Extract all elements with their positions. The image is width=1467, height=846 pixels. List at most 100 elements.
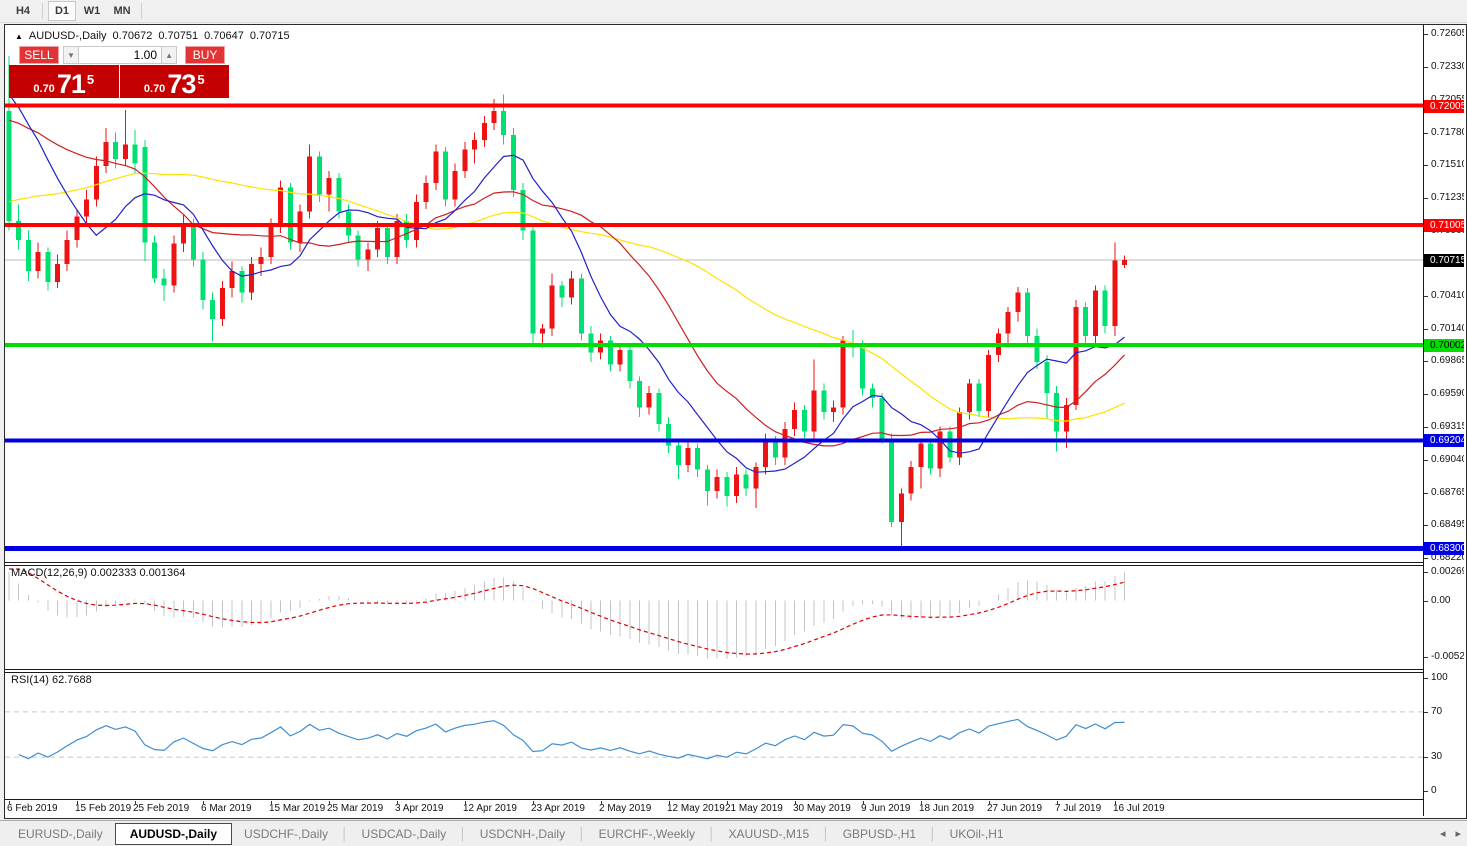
tabbar-nav-right[interactable]: ▸ xyxy=(1455,827,1461,840)
date-label: 12 Apr 2019 xyxy=(463,803,517,814)
sell-price-display[interactable]: 0.70 71 5 xyxy=(9,65,119,98)
date-label: 16 Jul 2019 xyxy=(1113,803,1165,814)
date-label: 25 Feb 2019 xyxy=(133,803,189,814)
axis-tick-mark xyxy=(1424,133,1428,134)
date-label: 27 Jun 2019 xyxy=(987,803,1042,814)
collapse-triangle-icon[interactable]: ▲ xyxy=(15,32,23,41)
date-label: 23 Apr 2019 xyxy=(531,803,585,814)
tabbar-nav-left[interactable]: ◂ xyxy=(1440,827,1446,840)
tab-eurusd-daily[interactable]: EURUSD-,Daily xyxy=(6,824,115,844)
price-line-badge: 0.70002 xyxy=(1424,339,1464,352)
date-label: 15 Mar 2019 xyxy=(269,803,325,814)
axis-tick-label: 0.69590 xyxy=(1431,388,1464,400)
tab-separator: │ xyxy=(458,827,468,841)
axis-tick-label: 0.72605 xyxy=(1431,28,1464,40)
tab-usdchf-daily[interactable]: USDCHF-,Daily xyxy=(232,824,340,844)
axis-tick-mark xyxy=(1424,34,1428,35)
axis-tick-mark xyxy=(1424,572,1428,573)
sell-price-pips: 71 xyxy=(57,72,85,96)
rsi-panel[interactable] xyxy=(5,673,1423,799)
rsi-label: RSI(14) 62.7688 xyxy=(11,674,92,686)
price-line-badge: 0.68300 xyxy=(1424,542,1464,555)
axis-tick-label: 30 xyxy=(1431,751,1442,763)
caption-high: 0.70751 xyxy=(158,30,198,42)
timeframe-button-h4[interactable]: H4 xyxy=(9,1,37,21)
axis-tick-label: 0.71780 xyxy=(1431,127,1464,139)
axis-tick-mark xyxy=(1424,757,1428,758)
tab-gbpusd-h1[interactable]: GBPUSD-,H1 xyxy=(831,824,928,844)
chart-window: 0.726050.723300.720550.717800.715100.712… xyxy=(4,24,1467,819)
axis-tick-mark xyxy=(1424,460,1428,461)
axis-tick-label: 0.00 xyxy=(1431,595,1450,607)
panel-border xyxy=(5,799,1464,800)
date-label: 15 Feb 2019 xyxy=(75,803,131,814)
buy-price-base: 0.70 xyxy=(144,82,165,96)
tabbar-nav: ◂▸ xyxy=(1440,827,1461,840)
caption-open: 0.70672 xyxy=(113,30,153,42)
chart-tab-bar: EURUSD-,DailyAUDUSD-,DailyUSDCHF-,Daily │… xyxy=(0,820,1467,846)
main-chart-area[interactable] xyxy=(5,25,1423,562)
sell-button[interactable]: SELL xyxy=(19,46,59,64)
tab-audusd-daily[interactable]: AUDUSD-,Daily xyxy=(115,823,232,845)
axis-tick-mark xyxy=(1424,712,1428,713)
price-axis[interactable]: 0.726050.723300.720550.717800.715100.712… xyxy=(1423,25,1464,816)
axis-tick-label: 0.69865 xyxy=(1431,355,1464,367)
axis-tick-mark xyxy=(1424,198,1428,199)
axis-tick-mark xyxy=(1424,558,1428,559)
price-line-badge: 0.69204 xyxy=(1424,434,1464,447)
buy-button[interactable]: BUY xyxy=(185,46,225,64)
volume-decrease-button[interactable]: ▼ xyxy=(63,46,79,64)
date-label: 30 May 2019 xyxy=(793,803,851,814)
toolbar-separator xyxy=(42,3,43,19)
triangle-down-icon: ▼ xyxy=(67,51,75,60)
axis-tick-mark xyxy=(1424,296,1428,297)
buy-price-point: 5 xyxy=(197,65,204,95)
axis-tick-label: 70 xyxy=(1431,706,1442,718)
date-label: 18 Jun 2019 xyxy=(919,803,974,814)
sell-price-point: 5 xyxy=(87,65,94,95)
triangle-up-icon: ▲ xyxy=(165,51,173,60)
axis-tick-label: 100 xyxy=(1431,672,1448,684)
tab-ukoil-h1[interactable]: UKOil-,H1 xyxy=(938,824,1016,844)
caption-symbol: AUDUSD-,Daily xyxy=(29,30,107,42)
timeframe-button-h4-pad xyxy=(1,1,7,21)
price-line-badge: 0.71005 xyxy=(1424,219,1464,232)
sell-price-base: 0.70 xyxy=(33,82,54,96)
timeframe-button-w1[interactable]: W1 xyxy=(78,1,106,21)
timeframe-button-mn[interactable]: MN xyxy=(108,1,136,21)
volume-increase-button[interactable]: ▲ xyxy=(161,46,177,64)
axis-tick-label: 0.69040 xyxy=(1431,454,1464,466)
buy-price-display[interactable]: 0.70 73 5 xyxy=(120,65,230,98)
caption-low: 0.70647 xyxy=(204,30,244,42)
axis-tick-mark xyxy=(1424,601,1428,602)
date-label: 2 May 2019 xyxy=(599,803,651,814)
tab-xauusd-m15[interactable]: XAUUSD-,M15 xyxy=(717,824,822,844)
axis-tick-label: 0.70140 xyxy=(1431,323,1464,335)
axis-tick-mark xyxy=(1424,525,1428,526)
date-label: 3 Apr 2019 xyxy=(395,803,443,814)
axis-tick-mark xyxy=(1424,361,1428,362)
axis-tick-label: 0.71235 xyxy=(1431,192,1464,204)
macd-panel[interactable] xyxy=(5,566,1423,669)
axis-tick-mark xyxy=(1424,67,1428,68)
axis-tick-label: 0.72330 xyxy=(1431,61,1464,73)
date-label: 9 Jun 2019 xyxy=(861,803,911,814)
tab-usdcnh-daily[interactable]: USDCNH-,Daily xyxy=(468,824,577,844)
axis-tick-mark xyxy=(1424,657,1428,658)
tab-separator: │ xyxy=(821,827,831,841)
axis-tick-mark xyxy=(1424,165,1428,166)
axis-tick-label: 0.70410 xyxy=(1431,290,1464,302)
timeframe-button-d1[interactable]: D1 xyxy=(48,1,76,21)
axis-tick-mark xyxy=(1424,493,1428,494)
date-label: 7 Jul 2019 xyxy=(1055,803,1101,814)
timeframe-toolbar: H4 D1W1MN xyxy=(0,0,1467,23)
volume-input[interactable] xyxy=(79,46,161,64)
toolbar-separator xyxy=(141,3,142,19)
tab-usdcad-daily[interactable]: USDCAD-,Daily xyxy=(350,824,459,844)
buy-price-pips: 73 xyxy=(167,72,195,96)
date-axis[interactable]: 6 Feb 201915 Feb 201925 Feb 20196 Mar 20… xyxy=(5,801,1423,816)
one-click-trading-panel: SELL ▼ ▲ BUY 0.70 71 5 0.70 73 5 xyxy=(9,46,229,98)
tab-eurchf-weekly[interactable]: EURCHF-,Weekly xyxy=(587,824,707,844)
tab-separator: │ xyxy=(928,827,938,841)
axis-tick-mark xyxy=(1424,394,1428,395)
